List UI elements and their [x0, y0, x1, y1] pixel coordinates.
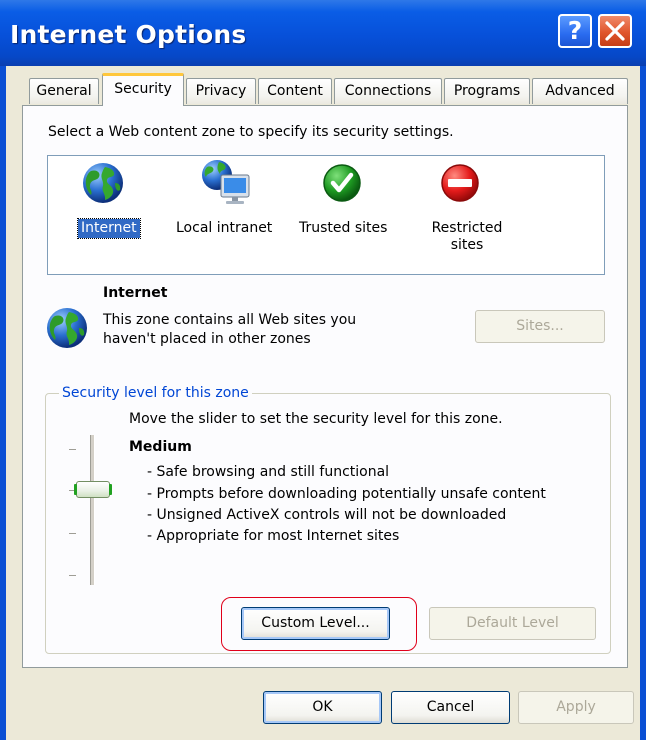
- zone-restricted-label-line2: sites: [450, 237, 484, 253]
- security-level-slider-thumb[interactable]: [74, 481, 112, 498]
- zone-restricted-label-line1: Restricted: [431, 220, 503, 236]
- security-level-group-label: Security level for this zone: [59, 385, 252, 401]
- title-bar[interactable]: Internet Options: [0, 0, 646, 66]
- level-description-item: - Appropriate for most Internet sites: [147, 528, 400, 544]
- sites-button[interactable]: Sites...: [475, 310, 605, 343]
- local-intranet-icon: [202, 160, 250, 204]
- restricted-icon: [441, 164, 479, 202]
- checkmark-icon: [323, 164, 361, 202]
- zone-trusted-sites[interactable]: Trusted sites: [296, 161, 396, 241]
- apply-button[interactable]: Apply: [518, 691, 634, 724]
- zone-restricted-sites[interactable]: Restricted sites: [420, 161, 510, 261]
- window-frame-right: [640, 66, 646, 740]
- zone-trusted-sites-label: Trusted sites: [299, 220, 388, 236]
- slider-tick: [69, 575, 76, 576]
- zone-internet-label: Internet: [77, 218, 141, 239]
- help-button[interactable]: [558, 14, 592, 48]
- ok-button[interactable]: OK: [263, 691, 382, 724]
- tab-content[interactable]: Content: [258, 78, 332, 104]
- zone-instruction: Select a Web content zone to specify its…: [48, 124, 454, 140]
- tab-privacy[interactable]: Privacy: [186, 78, 256, 104]
- globe-icon: [47, 308, 87, 348]
- selected-zone-title: Internet: [103, 285, 168, 301]
- close-icon: [605, 21, 625, 41]
- security-level-slider-track[interactable]: [90, 435, 95, 585]
- default-level-button[interactable]: Default Level: [429, 607, 596, 640]
- tab-advanced[interactable]: Advanced: [532, 78, 628, 104]
- window-title: Internet Options: [10, 20, 247, 49]
- cancel-button[interactable]: Cancel: [391, 691, 510, 724]
- window-frame-left: [0, 66, 6, 740]
- tab-programs[interactable]: Programs: [444, 78, 530, 104]
- level-description-item: - Unsigned ActiveX controls will not be …: [147, 507, 507, 523]
- custom-level-button[interactable]: Custom Level...: [241, 607, 390, 640]
- selected-zone-desc-line2: haven't placed in other zones: [103, 331, 311, 347]
- zone-local-intranet[interactable]: Local intranet: [173, 160, 283, 241]
- level-description-item: - Safe browsing and still functional: [147, 464, 390, 480]
- slider-instruction: Move the slider to set the security leve…: [129, 411, 503, 427]
- zone-restricted-sites-label: Restricted sites: [427, 220, 507, 254]
- close-button[interactable]: [598, 14, 632, 48]
- security-level-name: Medium: [129, 439, 192, 455]
- globe-icon: [83, 163, 123, 203]
- selected-zone-desc-line1: This zone contains all Web sites you: [103, 312, 357, 328]
- zone-internet[interactable]: Internet: [77, 161, 141, 241]
- level-description-item: - Prompts before downloading potentially…: [147, 486, 546, 502]
- internet-options-window: Internet Options General Security Privac…: [0, 0, 646, 740]
- tab-connections[interactable]: Connections: [334, 78, 442, 104]
- slider-tick: [69, 449, 76, 450]
- tab-general[interactable]: General: [29, 78, 99, 104]
- tab-security[interactable]: Security: [102, 73, 184, 106]
- zone-local-intranet-label: Local intranet: [176, 220, 273, 236]
- slider-tick: [69, 533, 76, 534]
